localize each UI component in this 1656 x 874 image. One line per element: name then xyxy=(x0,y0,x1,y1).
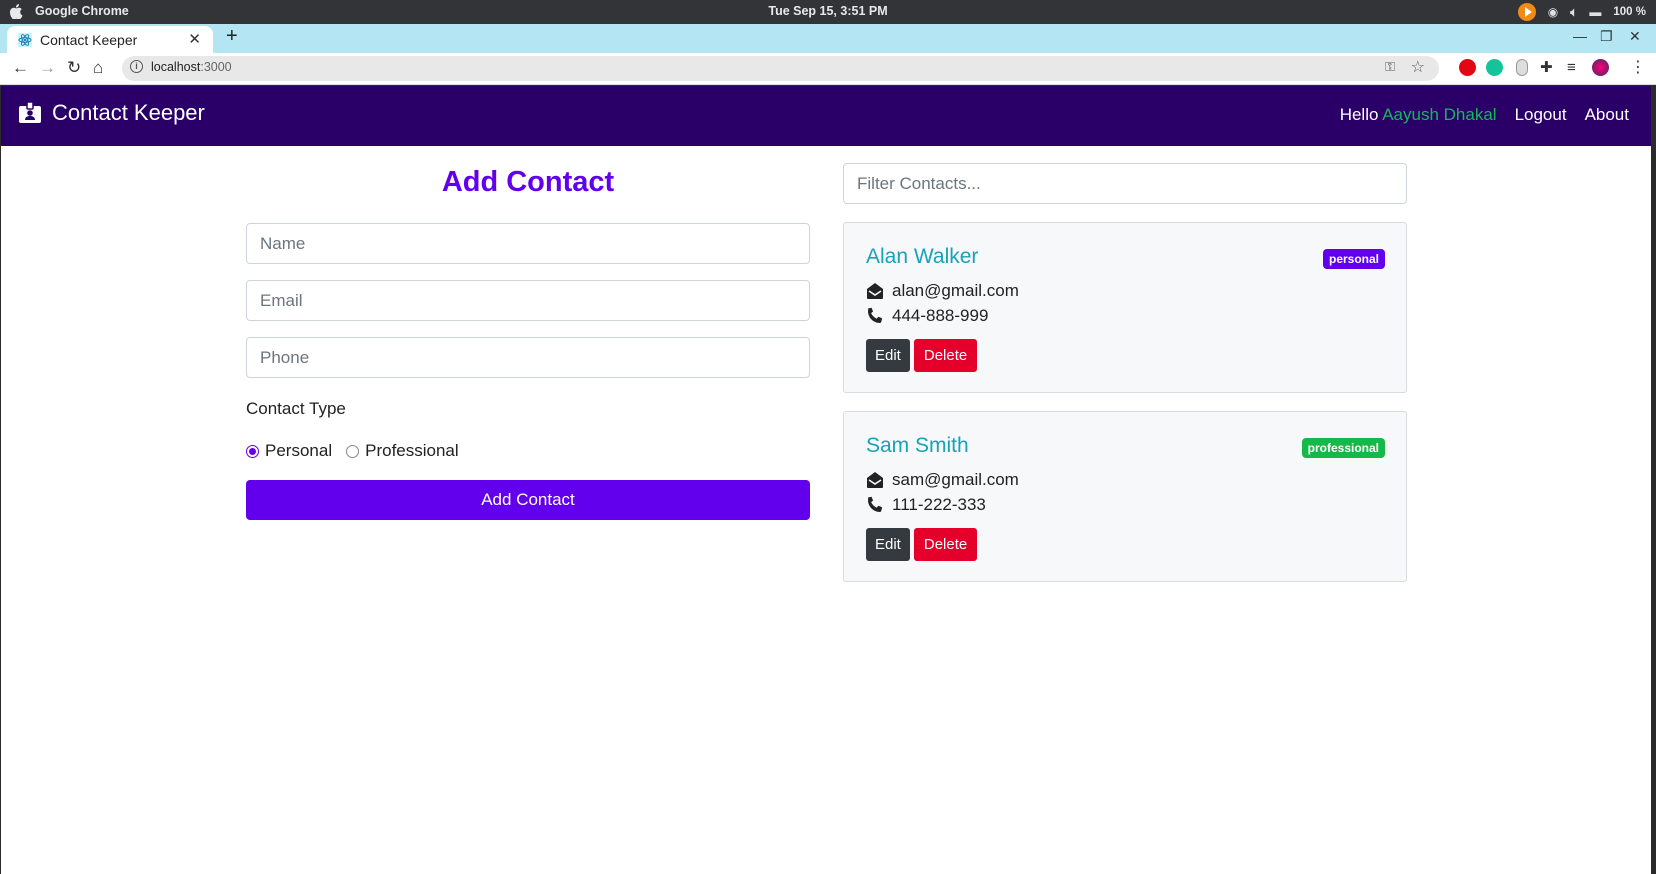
filter-contacts-input[interactable] xyxy=(843,163,1407,204)
contact-phone-row: 444-888-999 xyxy=(866,306,988,326)
about-link[interactable]: About xyxy=(1585,105,1629,125)
contact-email-row: sam@gmail.com xyxy=(866,470,1019,490)
edit-button[interactable]: Edit xyxy=(866,339,910,372)
password-key-icon[interactable]: ⚿ xyxy=(1385,59,1395,75)
contact-type-badge: personal xyxy=(1322,249,1385,269)
phone-input[interactable] xyxy=(246,337,810,378)
contact-email: sam@gmail.com xyxy=(892,470,1019,489)
bookmark-star-icon[interactable]: ☆ xyxy=(1411,57,1425,77)
site-info-icon[interactable]: i xyxy=(130,60,143,73)
contact-card: Alan Walker personal alan@gmail.com 444-… xyxy=(843,222,1407,393)
add-contact-button[interactable]: Add Contact xyxy=(246,480,810,520)
tab-title: Contact Keeper xyxy=(40,31,138,48)
add-contact-form: Add Contact Contact Type Personal Profes… xyxy=(246,146,810,520)
battery-level: 100 % xyxy=(1613,6,1646,18)
profile-avatar[interactable] xyxy=(1592,59,1609,76)
contact-name: Alan Walker xyxy=(866,245,979,268)
browser-tab[interactable]: Contact Keeper ✕ xyxy=(7,26,213,53)
close-window-icon[interactable]: ✕ xyxy=(1629,28,1641,45)
toggle-extension-icon[interactable] xyxy=(1516,59,1528,76)
forward-icon[interactable]: → xyxy=(39,57,56,79)
personal-radio[interactable] xyxy=(246,444,259,458)
navbar: Contact Keeper Hello Aayush Dhakal Logou… xyxy=(1,86,1651,146)
logout-link[interactable]: Logout xyxy=(1515,105,1567,125)
minimize-icon[interactable]: — xyxy=(1573,28,1587,44)
contact-type-radios: Personal Professional xyxy=(246,441,810,461)
browser-toolbar: ← → ↻ ⌂ i localhost:3000 ⚿ ☆ ✚ ≡ ⋮ xyxy=(0,53,1656,85)
edit-button[interactable]: Edit xyxy=(866,528,910,561)
contact-email: alan@gmail.com xyxy=(892,281,1019,300)
browser-tab-strip: Contact Keeper ✕ + — ❐ ✕ xyxy=(0,24,1656,53)
professional-radio-label[interactable]: Professional xyxy=(365,441,459,461)
extensions-puzzle-icon[interactable]: ✚ xyxy=(1540,57,1553,79)
brand-link[interactable]: Contact Keeper xyxy=(18,100,205,126)
id-badge-icon xyxy=(19,101,41,123)
delete-button[interactable]: Delete xyxy=(913,339,978,372)
vlc-icon[interactable] xyxy=(1517,3,1536,21)
volume-icon[interactable]: 🔈︎ xyxy=(1570,5,1577,20)
close-tab-icon[interactable]: ✕ xyxy=(188,30,201,48)
contact-name: Sam Smith xyxy=(866,434,969,457)
os-menu-bar: Google Chrome Tue Sep 15, 3:51 PM ◉ 🔈︎ ▬… xyxy=(0,0,1656,24)
page-viewport: Contact Keeper Hello Aayush Dhakal Logou… xyxy=(1,86,1651,874)
adblock-extension-icon[interactable] xyxy=(1459,59,1476,76)
contact-list: Alan Walker personal alan@gmail.com 444-… xyxy=(843,163,1407,582)
back-icon[interactable]: ← xyxy=(12,57,29,79)
battery-icon[interactable]: ▬ xyxy=(1589,5,1601,19)
envelope-open-icon xyxy=(867,283,883,299)
contact-phone: 111-222-333 xyxy=(892,495,986,514)
contact-actions: Edit Delete xyxy=(866,339,978,372)
grammarly-extension-icon[interactable] xyxy=(1486,59,1503,76)
user-name: Aayush Dhakal xyxy=(1382,105,1497,124)
restore-icon[interactable]: ❐ xyxy=(1600,28,1613,45)
address-bar[interactable]: i localhost:3000 ⚿ ☆ xyxy=(122,56,1439,81)
contact-card: Sam Smith professional sam@gmail.com 111… xyxy=(843,411,1407,582)
name-input[interactable] xyxy=(246,223,810,264)
phone-icon xyxy=(868,496,883,512)
contact-phone-row: 111-222-333 xyxy=(866,495,986,515)
url-text: localhost:3000 xyxy=(151,60,232,74)
home-icon[interactable]: ⌂ xyxy=(93,57,103,79)
media-queue-icon[interactable]: ≡ xyxy=(1567,57,1576,79)
email-input[interactable] xyxy=(246,280,810,321)
professional-radio[interactable] xyxy=(346,444,360,458)
personal-radio-label[interactable]: Personal xyxy=(265,441,332,461)
system-clock[interactable]: Tue Sep 15, 3:51 PM xyxy=(0,4,1656,18)
envelope-open-icon xyxy=(867,472,883,488)
network-icon[interactable]: ◉ xyxy=(1548,5,1558,19)
brand-title: Contact Keeper xyxy=(52,100,205,125)
delete-button[interactable]: Delete xyxy=(913,528,978,561)
new-tab-button[interactable]: + xyxy=(226,25,238,48)
phone-icon xyxy=(868,307,883,323)
greeting: Hello Aayush Dhakal xyxy=(1339,105,1497,124)
form-title: Add Contact xyxy=(441,166,615,198)
contact-email-row: alan@gmail.com xyxy=(866,281,1019,301)
contact-phone: 444-888-999 xyxy=(892,306,989,325)
browser-menu-icon[interactable]: ⋮ xyxy=(1630,57,1646,79)
contact-type-label: Contact Type xyxy=(246,399,346,418)
contact-type-badge: professional xyxy=(1301,438,1385,458)
system-tray: ◉ 🔈︎ ▬ 100 % xyxy=(1517,3,1646,21)
react-favicon-icon xyxy=(18,32,32,47)
contact-actions: Edit Delete xyxy=(866,528,978,561)
navbar-links: Hello Aayush Dhakal Logout About xyxy=(1340,105,1629,125)
reload-icon[interactable]: ↻ xyxy=(67,57,81,79)
